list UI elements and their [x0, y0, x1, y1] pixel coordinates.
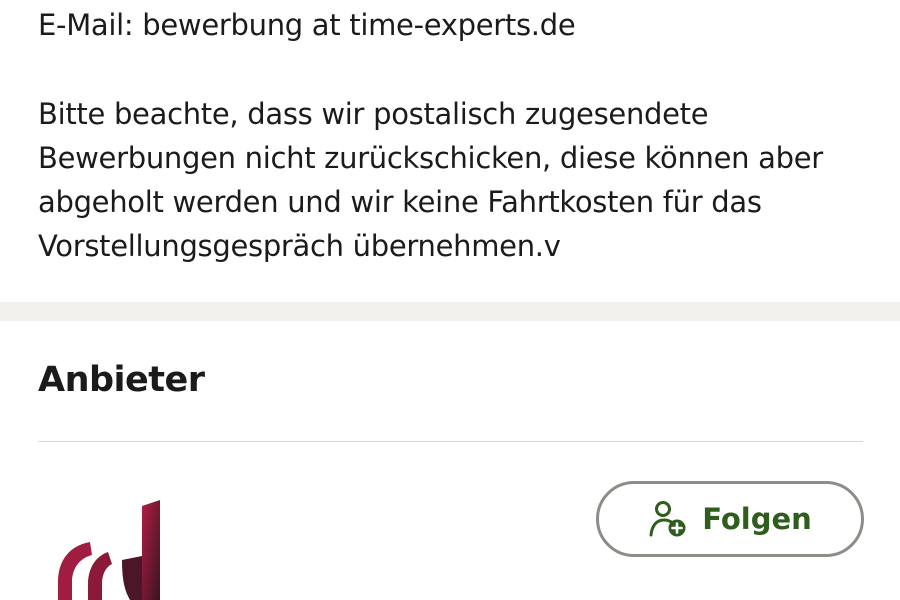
job-detail-page: E-Mail: bewerbung at time-experts.de Bit… — [0, 0, 900, 600]
notice-line: Bitte beachte, dass wir postalisch zuges… — [38, 97, 709, 131]
notice-line: Bewerbungen nicht zurückschicken, diese … — [38, 141, 823, 175]
provider-section-title: Anbieter — [38, 360, 205, 400]
application-notice: Bitte beachte, dass wir postalisch zuges… — [38, 92, 868, 268]
section-divider — [0, 302, 900, 321]
notice-line: Vorstellungsgespräch übernehmen.v — [38, 229, 561, 263]
follow-button-label: Folgen — [702, 502, 812, 536]
notice-line: abgeholt werden und wir keine Fahrtkoste… — [38, 185, 762, 219]
contact-email: E-Mail: bewerbung at time-experts.de — [38, 8, 576, 42]
follow-button[interactable]: Folgen — [596, 481, 864, 557]
person-add-icon — [649, 501, 686, 537]
company-logo-icon — [58, 500, 160, 600]
provider-divider-line — [38, 441, 863, 442]
company-logo[interactable] — [50, 500, 170, 600]
